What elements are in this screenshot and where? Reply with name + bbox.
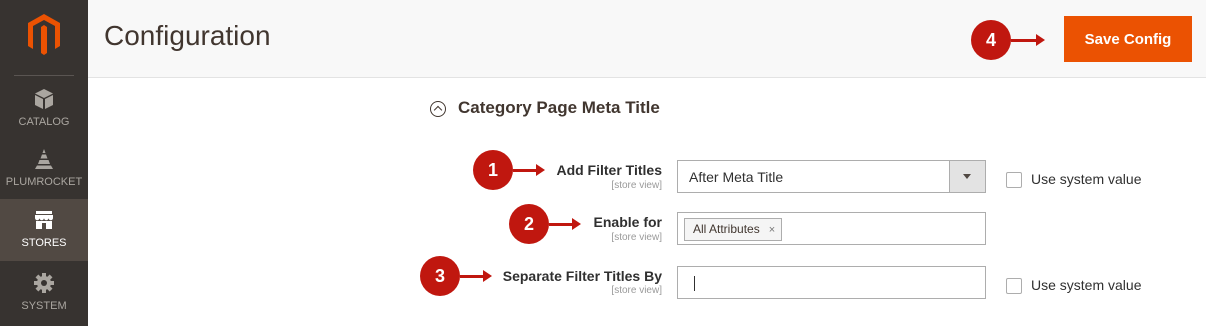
annotation-marker-1: 1 [473, 150, 513, 190]
store-icon [34, 209, 54, 231]
rocket-icon [34, 148, 54, 170]
use-system-value-label[interactable]: Use system value [1031, 277, 1141, 293]
logo-divider [14, 75, 74, 76]
annotation-marker-4: 4 [971, 20, 1011, 60]
annotation-arrow-icon [460, 270, 492, 282]
collapse-icon[interactable] [430, 101, 446, 117]
admin-sidebar: CATALOG PLUMROCKET STORES SYSTEM [0, 0, 88, 326]
annotation-arrow-icon [549, 218, 581, 230]
separate-filter-titles-input[interactable] [677, 266, 986, 299]
enable-for-label: Enable for [593, 214, 662, 230]
sidebar-item-label: SYSTEM [21, 300, 67, 312]
chevron-down-icon[interactable] [949, 161, 985, 192]
gear-icon [34, 272, 54, 294]
close-icon[interactable]: × [769, 224, 775, 236]
use-system-value-checkbox[interactable] [1006, 278, 1022, 294]
sidebar-item-plumrocket[interactable]: PLUMROCKET [0, 138, 88, 200]
separate-filter-titles-label: Separate Filter Titles By [502, 268, 662, 284]
attribute-chip: All Attributes × [684, 218, 783, 241]
section-title: Category Page Meta Title [458, 98, 660, 117]
text-caret [694, 276, 695, 291]
use-system-value-label[interactable]: Use system value [1031, 171, 1141, 187]
use-system-value-checkbox[interactable] [1006, 172, 1022, 188]
magento-logo-icon[interactable] [0, 0, 88, 76]
annotation-marker-3: 3 [420, 256, 460, 296]
save-config-button[interactable]: Save Config [1064, 16, 1192, 62]
sidebar-item-label: CATALOG [18, 116, 70, 128]
annotation-arrow-icon [513, 164, 545, 176]
select-value: After Meta Title [689, 169, 784, 185]
enable-for-multiselect[interactable]: All Attributes × [677, 212, 986, 245]
chip-label: All Attributes [693, 222, 760, 236]
page-title: Configuration [104, 20, 271, 51]
scope-label: [store view] [611, 232, 662, 243]
scope-label: [store view] [611, 285, 662, 296]
add-filter-titles-select[interactable]: After Meta Title [677, 160, 986, 193]
sidebar-item-label: PLUMROCKET [5, 176, 83, 188]
box-icon [34, 88, 54, 110]
annotation-arrow-icon [1011, 34, 1045, 46]
add-filter-titles-label: Add Filter Titles [556, 162, 662, 178]
scope-label: [store view] [611, 180, 662, 191]
sidebar-item-catalog[interactable]: CATALOG [0, 78, 88, 140]
sidebar-item-label: STORES [21, 237, 67, 249]
sidebar-item-stores[interactable]: STORES [0, 199, 88, 261]
sidebar-item-system[interactable]: SYSTEM [0, 262, 88, 324]
annotation-marker-2: 2 [509, 204, 549, 244]
